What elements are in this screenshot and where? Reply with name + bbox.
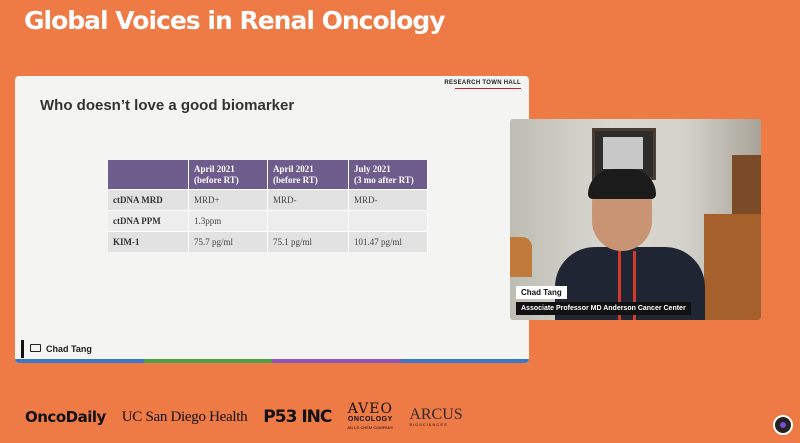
speaker-video-feed: Chad Tang Associate Professor MD Anderso… [510, 119, 761, 320]
chair-back [510, 237, 532, 277]
screen-share-icon [30, 344, 41, 352]
wooden-cabinet [704, 214, 761, 320]
table-cell: 75.1 pg/ml [267, 231, 349, 252]
oncodaily-logo: OncoDaily [25, 408, 106, 426]
stripe-segment [400, 359, 529, 363]
speaker-name-label: Chad Tang [46, 344, 92, 354]
table-header-cell [108, 160, 189, 190]
biomarker-table: April 2021 (before RT) April 2021 (befor… [108, 160, 428, 252]
color-stripe [15, 359, 529, 363]
page-title: Global Voices in Renal Oncology [24, 6, 446, 35]
stripe-segment [272, 359, 401, 363]
uc-san-diego-health-logo: UC San Diego Health [121, 408, 248, 425]
table-header-cell: July 2021 (3 mo after RT) [348, 160, 428, 190]
presentation-slide: RESEARCH TOWN HALL Who doesn’t love a go… [15, 76, 529, 363]
table-header-row: April 2021 (before RT) April 2021 (befor… [108, 160, 428, 190]
stripe-segment [15, 359, 144, 363]
speaker-name-plate: Chad Tang [516, 286, 567, 299]
slide-heading: Who doesn’t love a good biomarker [40, 97, 295, 114]
brand-underline [455, 88, 521, 89]
table-header-cell: April 2021 (before RT) [267, 160, 349, 190]
table-cell: 75.7 pg/ml [188, 231, 268, 252]
table-cell: MRD- [267, 189, 349, 211]
screen-share-speaker-tag: Chad Tang [21, 340, 92, 358]
table-row: ctDNA PPM 1.3ppm [108, 210, 428, 232]
table-header-cell: April 2021 (before RT) [188, 160, 268, 190]
arcus-biosciences-logo: ARCUS BIOSCIENCES [409, 405, 463, 427]
research-town-hall-logo: RESEARCH TOWN HALL [444, 80, 521, 86]
table-cell [267, 210, 349, 232]
sponsor-bar: OncoDaily UC San Diego Health P53 INC AV… [25, 402, 463, 432]
table-cell: 1.3ppm [188, 210, 268, 232]
table-row-header: KIM-1 [108, 231, 189, 252]
p53-inc-logo: P53 INC [263, 407, 332, 427]
table-cell: 101.47 pg/ml [348, 231, 428, 252]
table-row-header: ctDNA PPM [108, 210, 189, 232]
table-row-header: ctDNA MRD [108, 189, 189, 211]
table-cell [348, 210, 428, 232]
table-cell: MRD- [348, 189, 428, 211]
speaker-hair [588, 169, 656, 199]
table-row: KIM-1 75.7 pg/ml 75.1 pg/ml 101.47 pg/ml [108, 231, 428, 252]
stripe-segment [143, 359, 272, 363]
aveo-oncology-logo: AVEO ONCOLOGY AN LG CHEM COMPANY [347, 400, 394, 430]
table-cell: MRD+ [188, 189, 268, 211]
shelf [732, 155, 761, 215]
speaker-title-plate: Associate Professor MD Anderson Cancer C… [516, 302, 691, 315]
channel-avatar-button[interactable] [773, 415, 793, 435]
table-row: ctDNA MRD MRD+ MRD- MRD- [108, 189, 428, 211]
